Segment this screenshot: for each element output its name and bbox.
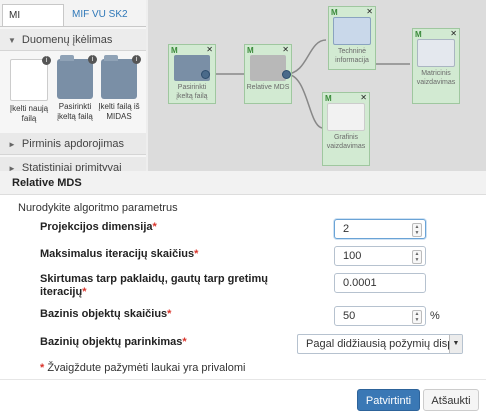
module-icon: M [331,8,338,17]
section-preprocessing[interactable]: ► Pirminis apdorojimas [0,133,146,155]
label-text: Skirtumas tarp paklaidų, gautų tarp gret… [40,273,268,298]
module-icon: M [171,46,178,55]
upload-new-file[interactable]: i Įkelti naują failą [6,56,52,124]
output-port[interactable] [282,70,291,79]
node-label: Pasirinkti įkeltą failą [176,84,208,100]
required-mark: * [182,336,187,348]
projection-dimension-input[interactable]: 2 ▲ ▼ [334,219,426,239]
caret-down-icon: ▼ [8,36,16,45]
document-icon: i [10,56,51,101]
module-icon: M [247,46,254,55]
dialog-subtitle: Nurodykite algoritmo parametrus [18,202,178,214]
base-objects-count-label: Bazinis objektų skaičius* [40,308,171,321]
required-mark: * [152,221,157,233]
input-value: 0.0001 [343,277,377,289]
close-icon[interactable]: ✕ [360,93,367,102]
label-text: Bazinių objektų parinkimas [40,336,183,348]
node-label: Techninė informacija [335,48,369,64]
file-item-label: Pasirinkti įkeltą failą [57,102,93,121]
close-icon[interactable]: ✕ [282,45,289,54]
node-matrix-view[interactable]: M ✕ Matricinis vaizdavimas [412,28,460,104]
section-label: Pirminis apdorojimas [21,138,125,150]
cube-icon [250,55,286,81]
table-icon [333,17,371,45]
section-data-upload[interactable]: ▼ Duomenų įkėlimas [0,29,146,51]
required-mark: * [194,248,199,260]
required-mark: * [40,362,45,374]
choose-uploaded-file[interactable]: i Pasirinkti įkeltą failą [52,55,98,122]
tab-bar: MI klasteris MIF VU SK2 [0,0,146,43]
node-label: Relative MDS [246,84,290,91]
input-value: 100 [343,250,362,262]
tab-mi-klasteris[interactable]: MI klasteris [2,4,64,43]
line-chart-icon [327,103,365,131]
dialog-title: Relative MDS [0,171,486,195]
base-objects-selection-dropdown[interactable]: Pagal didžiausią požymių disp ▼ [297,334,463,354]
node-graphic-view[interactable]: M ✕ Grafinis vaizdavimas [322,92,370,166]
file-item-label: Įkelti failą iš MIDAS [98,102,140,121]
required-mark: * [82,286,87,298]
max-iterations-input[interactable]: 100 ▲ ▼ [334,246,426,266]
workflow-canvas[interactable]: M ✕ Pasirinkti įkeltą failą M ✕ Relative M… [148,0,486,171]
max-iterations-label: Maksimalus iteracijų skaičius* [40,248,198,261]
upload-from-midas[interactable]: i Įkelti failą iš MIDAS [96,55,142,122]
info-icon[interactable]: i [42,56,51,65]
required-note: * Žvaigždute pažymėti laukai yra privalo… [40,362,245,374]
close-icon[interactable]: ✕ [450,29,457,38]
base-objects-selection-label: Bazinių objektų parinkimas* [40,336,187,349]
module-icon: M [415,30,422,39]
confirm-button[interactable]: Patvirtinti [357,389,420,411]
output-port[interactable] [201,70,210,79]
percent-unit: % [430,310,440,322]
tab-mif-vu-sk2[interactable]: MIF VU SK2 [66,4,144,26]
matrix-icon [417,39,455,67]
caret-right-icon: ► [8,140,16,149]
folder-icon: i [57,55,97,99]
label-text: Projekcijos dimensija [40,221,153,233]
spinner-icon[interactable]: ▲ ▼ [412,223,422,237]
section-label: Duomenų įkėlimas [21,34,113,46]
input-value: 2 [343,223,350,235]
spinner-icon[interactable]: ▲ ▼ [412,310,422,324]
info-icon[interactable]: i [132,55,141,64]
error-difference-label: Skirtumas tarp paklaidų, gautų tarp gret… [40,273,290,299]
selected-option: Pagal didžiausią požymių disp [306,338,454,350]
base-objects-count-input[interactable]: 50 ▲ ▼ [334,306,426,326]
error-difference-input[interactable]: 0.0001 [334,273,426,293]
file-item-label: Įkelti naują failą [9,104,49,123]
folder-icon: i [101,55,141,99]
relative-mds-dialog: Relative MDS Nurodykite algoritmo parame… [0,171,486,415]
label-text: Bazinis objektų skaičius [40,308,168,320]
spinner-icon[interactable]: ▲ ▼ [412,250,422,264]
close-icon[interactable]: ✕ [366,7,373,16]
label-text: Maksimalus iteracijų skaičius [40,248,195,260]
sidebar: ▼ Duomenų įkėlimas i Įkelti naują failą i… [0,27,146,179]
note-text: Žvaigždute pažymėti laukai yra privalomi [47,362,246,374]
input-value: 50 [343,310,356,322]
module-icon: M [325,94,332,103]
node-label: Matricinis vaizdavimas [416,70,456,86]
node-technical-info[interactable]: M ✕ Techninė informacija [328,6,376,70]
projection-dimension-label: Projekcijos dimensija* [40,221,157,234]
cancel-button[interactable]: Atšaukti [423,389,479,411]
required-mark: * [167,308,172,320]
chevron-down-icon[interactable]: ▼ [449,335,462,353]
footer-divider [0,379,486,380]
node-label: Grafinis vaizdavimas [326,134,366,150]
close-icon[interactable]: ✕ [206,45,213,54]
